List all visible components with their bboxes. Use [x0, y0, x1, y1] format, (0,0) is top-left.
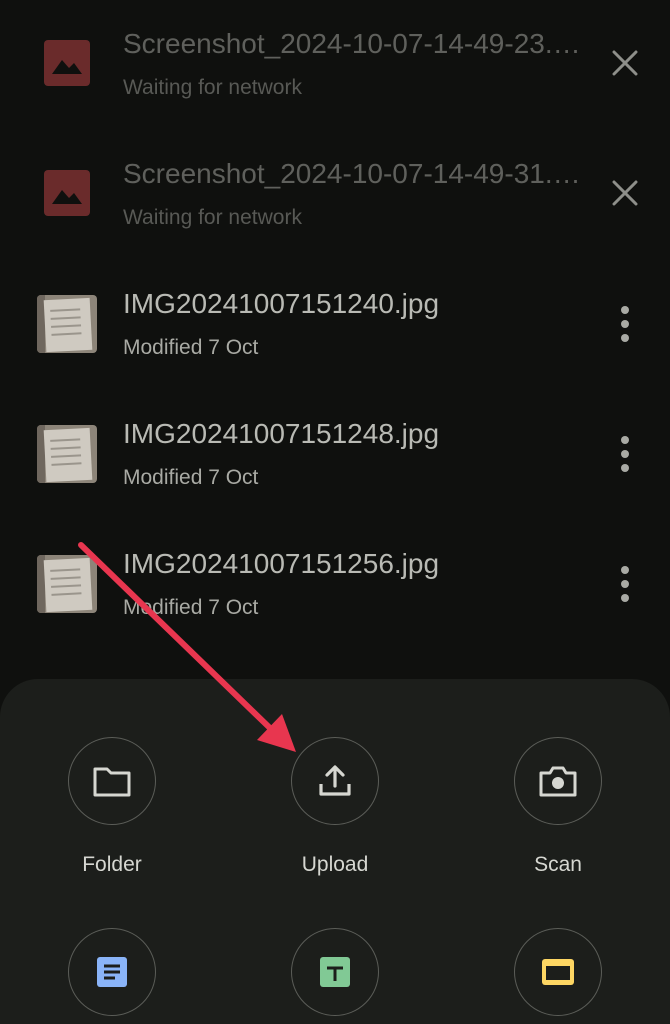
annotation-arrow [78, 542, 296, 752]
